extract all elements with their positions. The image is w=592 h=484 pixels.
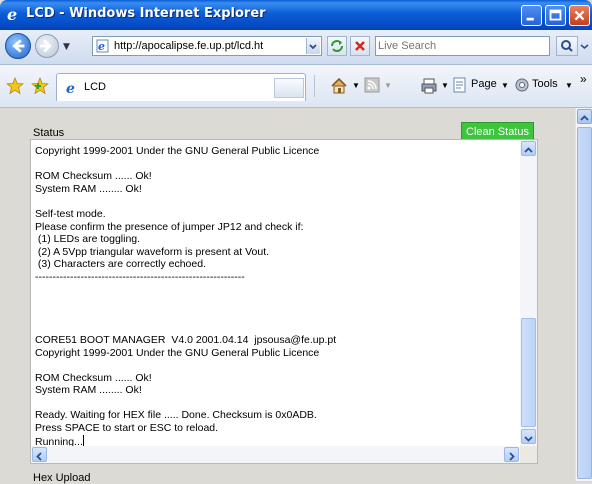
chevron-left-icon (36, 452, 42, 461)
chevron-right-icon (509, 452, 515, 461)
log-line: CORE51 BOOT MANAGER V4.0 2001.04.14 jpso… (35, 333, 337, 346)
page-icon: e (96, 39, 109, 53)
refresh-icon (331, 40, 343, 52)
scroll-thumb[interactable] (521, 318, 536, 427)
status-log-text: Copyright 1999-2001 Under the GNU Genera… (35, 145, 513, 448)
search-options-button[interactable] (579, 36, 590, 56)
maximize-button[interactable] (545, 5, 566, 26)
log-line: Copyright 1999-2001 Under the GNU Genera… (35, 145, 320, 157)
tab-label: LCD (84, 81, 107, 93)
log-line: Ready. Waiting for HEX file ..... Done. … (35, 409, 317, 422)
log-horizontal-scrollbar[interactable] (31, 446, 520, 463)
page-menu[interactable]: Page (471, 78, 497, 90)
scrollbar-corner (520, 446, 537, 463)
search-icon (561, 40, 573, 52)
scroll-thumb[interactable] (577, 127, 592, 479)
window-title: LCD - Windows Internet Explorer (26, 6, 266, 21)
log-line: System RAM ........ Ok! (35, 384, 142, 397)
stop-button[interactable] (350, 36, 370, 56)
scroll-up-button[interactable] (521, 141, 536, 156)
page-menu-icon (453, 77, 466, 93)
toolbar-separator (314, 75, 315, 97)
favorites-star-icon[interactable] (6, 77, 24, 95)
scroll-right-button[interactable] (504, 447, 519, 462)
maximize-icon (549, 9, 562, 21)
status-label: Status (33, 127, 65, 139)
print-icon[interactable] (420, 77, 438, 95)
log-line: Please confirm the presence of jumper JP… (35, 220, 304, 233)
log-line: (1) LEDs are toggling. (35, 233, 141, 246)
forward-button[interactable] (35, 34, 59, 58)
tab-toolbar: e LCD ▼ ▼ ▼ Page ▼ Tools ▼ » (0, 65, 592, 108)
chevron-down-icon[interactable]: ▼ (352, 81, 360, 90)
clean-status-button[interactable]: Clean Status (461, 122, 534, 140)
back-arrow-icon (12, 39, 25, 53)
chevron-down-icon (524, 436, 533, 442)
log-line: Press SPACE to start or ESC to reload. (35, 422, 219, 435)
chevron-down-icon (580, 44, 589, 50)
svg-text:e: e (98, 40, 105, 53)
chevron-down-icon[interactable]: ▼ (384, 81, 392, 90)
internet-explorer-icon: e (7, 6, 17, 22)
chevron-down-icon (309, 44, 317, 50)
log-line: (3) Characters are correctly echoed. (35, 258, 206, 271)
status-log[interactable]: Copyright 1999-2001 Under the GNU Genera… (30, 139, 538, 464)
chevron-down-icon[interactable]: ▼ (441, 81, 449, 90)
log-line: ----------------------------------------… (35, 270, 245, 283)
tab-lcd[interactable]: e LCD (56, 73, 306, 101)
address-toolbar: ▼ e http://apocalipse.fe.up.pt/lcd.ht (0, 30, 592, 65)
gear-icon (515, 78, 529, 92)
scroll-up-button[interactable] (577, 109, 592, 124)
scroll-left-button[interactable] (32, 447, 47, 462)
refresh-button[interactable] (327, 36, 347, 56)
recent-pages-dropdown-icon[interactable]: ▼ (63, 42, 70, 52)
chevron-down-icon[interactable]: ▼ (501, 81, 509, 90)
chevron-down-icon[interactable]: ▼ (565, 81, 573, 90)
minimize-icon (526, 17, 534, 21)
chevron-up-icon (524, 147, 533, 153)
log-line: Copyright 1999-2001 Under the GNU Genera… (35, 346, 320, 359)
log-vertical-scrollbar[interactable] (520, 140, 537, 447)
title-bar: e LCD - Windows Internet Explorer (0, 0, 592, 30)
forward-arrow-icon (39, 39, 52, 53)
toolbar-overflow[interactable]: » (580, 72, 587, 86)
search-button[interactable] (556, 36, 578, 56)
tools-menu[interactable]: Tools (532, 78, 558, 90)
address-field[interactable]: e http://apocalipse.fe.up.pt/lcd.ht (92, 36, 322, 56)
scroll-down-button[interactable] (521, 429, 536, 444)
feeds-icon[interactable] (364, 77, 380, 93)
page-icon: e (66, 81, 75, 96)
search-field[interactable] (375, 36, 550, 56)
add-favorite-icon[interactable] (31, 77, 49, 95)
search-input[interactable] (378, 38, 543, 54)
stop-icon (355, 41, 365, 51)
svg-text:e: e (7, 6, 17, 22)
log-line: System RAM ........ Ok! (35, 182, 142, 195)
hex-upload-label: Hex Upload (33, 472, 91, 484)
text-caret (82, 434, 84, 446)
back-button[interactable] (5, 33, 31, 59)
log-line: ROM Checksum ...... Ok! (35, 170, 152, 183)
chevron-up-icon (580, 115, 589, 121)
log-line: Self-test mode. (35, 207, 106, 220)
address-dropdown-button[interactable] (306, 38, 320, 54)
close-button[interactable] (569, 5, 590, 26)
new-tab-button[interactable] (274, 78, 304, 98)
minimize-button[interactable] (521, 5, 542, 26)
svg-text:e: e (66, 81, 75, 96)
close-icon (574, 10, 585, 21)
home-icon[interactable] (330, 77, 348, 95)
page-scrollbar[interactable] (575, 108, 592, 481)
log-line: (2) A 5Vpp triangular waveform is presen… (35, 245, 270, 258)
address-url: http://apocalipse.fe.up.pt/lcd.ht (114, 40, 264, 52)
log-line: ROM Checksum ...... Ok! (35, 371, 152, 384)
